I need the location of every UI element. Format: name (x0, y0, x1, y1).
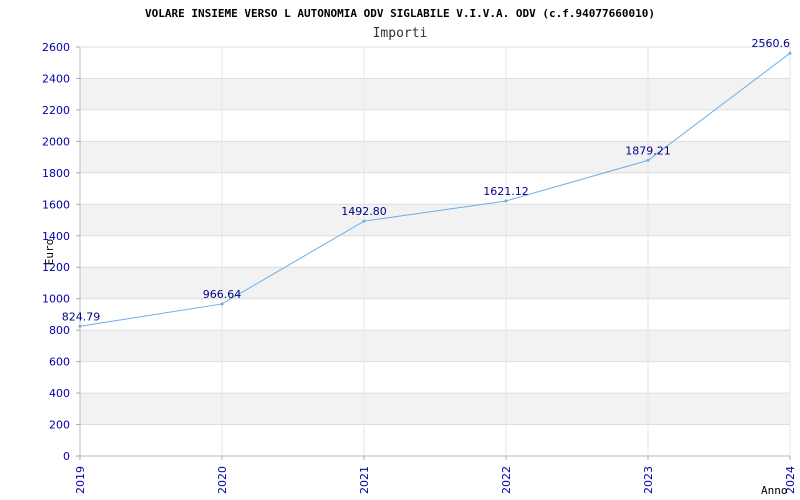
y-tick-label: 200 (49, 419, 70, 432)
y-tick-label: 2200 (42, 104, 70, 117)
chart-subtitle: Importi (373, 26, 428, 41)
y-axis-label: Euro (43, 239, 56, 266)
y-tick-label: 1600 (42, 198, 70, 211)
data-label: 2560.6 (752, 37, 791, 50)
data-point (646, 158, 650, 162)
grid-band (80, 330, 790, 362)
y-tick-label: 400 (49, 387, 70, 400)
line-chart: 0200400600800100012001400160018002000220… (42, 7, 797, 497)
data-label: 966.64 (203, 288, 242, 301)
chart-title: VOLARE INSIEME VERSO L AUTONOMIA ODV SIG… (145, 7, 655, 20)
data-label: 1879.21 (625, 144, 671, 157)
data-point (220, 302, 224, 306)
x-tick-label: 2021 (358, 466, 371, 494)
x-axis-label: Anno (761, 484, 788, 497)
y-tick-label: 1000 (42, 293, 70, 306)
x-axis-ticks: 2019 2020 2021 2022 2023 2024 (74, 456, 797, 494)
y-tick-label: 0 (63, 450, 70, 463)
grid-band (80, 78, 790, 110)
x-tick-label: 2022 (500, 466, 513, 494)
y-tick-label: 600 (49, 356, 70, 369)
data-label: 824.79 (62, 310, 101, 323)
grid-band (80, 393, 790, 425)
grid-band (80, 204, 790, 236)
y-tick-label: 2600 (42, 41, 70, 54)
data-label: 1621.12 (483, 185, 529, 198)
grid-band (80, 141, 790, 173)
data-point (78, 324, 82, 328)
data-point (504, 199, 508, 203)
y-tick-label: 800 (49, 324, 70, 337)
x-tick-label: 2020 (216, 466, 229, 494)
data-point (362, 219, 366, 223)
y-tick-label: 2400 (42, 72, 70, 85)
x-tick-label: 2023 (642, 466, 655, 494)
grid-band (80, 267, 790, 299)
data-point (788, 51, 792, 55)
y-tick-label: 2000 (42, 135, 70, 148)
x-tick-label: 2019 (74, 466, 87, 494)
data-label: 1492.80 (341, 205, 387, 218)
background-bands (80, 78, 790, 425)
y-tick-label: 1800 (42, 167, 70, 180)
